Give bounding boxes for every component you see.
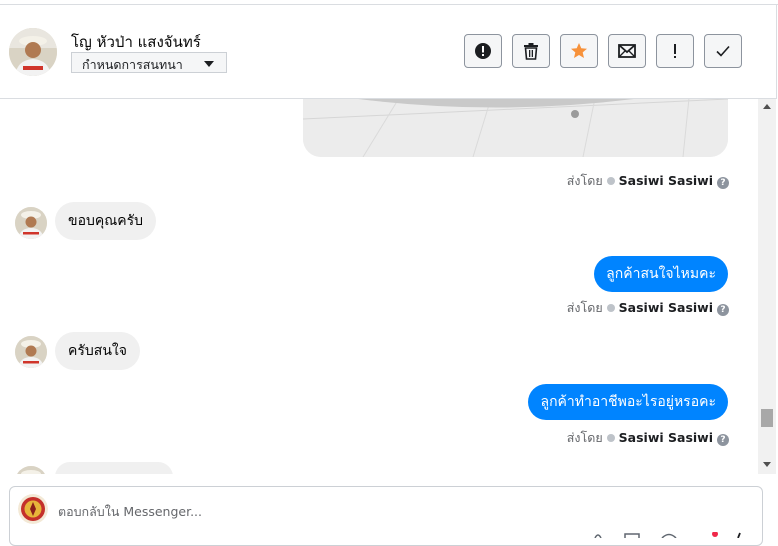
emoji-icon bbox=[661, 533, 677, 538]
sent-by-label: ส่งโดย bbox=[566, 430, 603, 445]
composer-toolbar[interactable] bbox=[590, 532, 750, 538]
envelope-icon bbox=[618, 44, 636, 58]
status-dot-icon bbox=[606, 434, 615, 442]
sent-by-note: ส่งโดย Sasiwi Sasiwi? bbox=[567, 298, 729, 318]
scroll-up-arrow-icon[interactable] bbox=[763, 104, 771, 109]
help-icon[interactable]: ? bbox=[717, 177, 729, 189]
message-thread[interactable]: ส่งโดย Sasiwi Sasiwi? ขอบคุณครับ ลูกค้าสน… bbox=[0, 99, 758, 474]
sent-by-note: ส่งโดย Sasiwi Sasiwi? bbox=[567, 428, 729, 448]
incoming-message[interactable]: ครับสนใจ bbox=[55, 332, 140, 370]
photo-icon bbox=[624, 533, 640, 538]
flag-button[interactable] bbox=[656, 34, 694, 68]
notification-dot-icon bbox=[712, 532, 718, 537]
reply-input[interactable]: ตอบกลับใน Messenger... bbox=[58, 502, 202, 522]
outgoing-message[interactable]: ลูกค้าสนใจไหมคะ bbox=[594, 256, 728, 292]
contact-avatar-small[interactable] bbox=[15, 466, 47, 474]
exclamation-circle-icon bbox=[475, 43, 491, 59]
help-icon[interactable]: ? bbox=[717, 434, 729, 446]
scrollbar-thumb[interactable] bbox=[761, 409, 773, 427]
assign-select-label: กำหนดการสนทนา bbox=[82, 57, 183, 72]
status-dot-icon bbox=[606, 177, 615, 185]
send-icon bbox=[737, 532, 741, 538]
outgoing-message[interactable]: ลูกค้าทำอาชีพอะไรอยู่หรอคะ bbox=[528, 384, 728, 420]
incoming-message[interactable]: ขอบคุณครับ bbox=[55, 202, 156, 240]
star-button[interactable] bbox=[560, 34, 598, 68]
status-dot-icon bbox=[606, 304, 615, 312]
sent-by-note: ส่งโดย Sasiwi Sasiwi? bbox=[567, 171, 729, 191]
conversation-header: โญ หัวป่า แสงจันทร์ กำหนดการสนทนา bbox=[0, 5, 777, 99]
sent-by-label: ส่งโดย bbox=[566, 173, 603, 188]
sender-name[interactable]: Sasiwi Sasiwi bbox=[619, 300, 713, 315]
image-attachment[interactable] bbox=[303, 99, 728, 157]
mark-done-button[interactable] bbox=[704, 34, 742, 68]
exclamation-icon bbox=[674, 44, 676, 58]
help-icon[interactable]: ? bbox=[717, 304, 729, 316]
report-spam-button[interactable] bbox=[464, 34, 502, 68]
mark-unread-button[interactable] bbox=[608, 34, 646, 68]
star-icon bbox=[571, 43, 587, 58]
contact-avatar[interactable] bbox=[9, 28, 57, 76]
contact-avatar-small[interactable] bbox=[15, 207, 47, 239]
delete-button[interactable] bbox=[512, 34, 550, 68]
contact-avatar-small[interactable] bbox=[15, 336, 47, 368]
thread-scrollbar[interactable] bbox=[758, 99, 776, 474]
sender-name[interactable]: Sasiwi Sasiwi bbox=[619, 173, 713, 188]
trash-icon bbox=[524, 43, 538, 60]
checkmark-icon bbox=[716, 45, 730, 57]
sender-name[interactable]: Sasiwi Sasiwi bbox=[619, 430, 713, 445]
page-avatar bbox=[18, 494, 48, 524]
assign-conversation-select[interactable]: กำหนดการสนทนา bbox=[71, 52, 227, 73]
scroll-down-arrow-icon[interactable] bbox=[763, 462, 771, 467]
incoming-message-partial[interactable] bbox=[55, 462, 173, 474]
caret-down-icon bbox=[204, 61, 214, 67]
contact-name[interactable]: โญ หัวป่า แสงจันทร์ bbox=[71, 30, 201, 54]
sent-by-label: ส่งโดย bbox=[566, 300, 603, 315]
